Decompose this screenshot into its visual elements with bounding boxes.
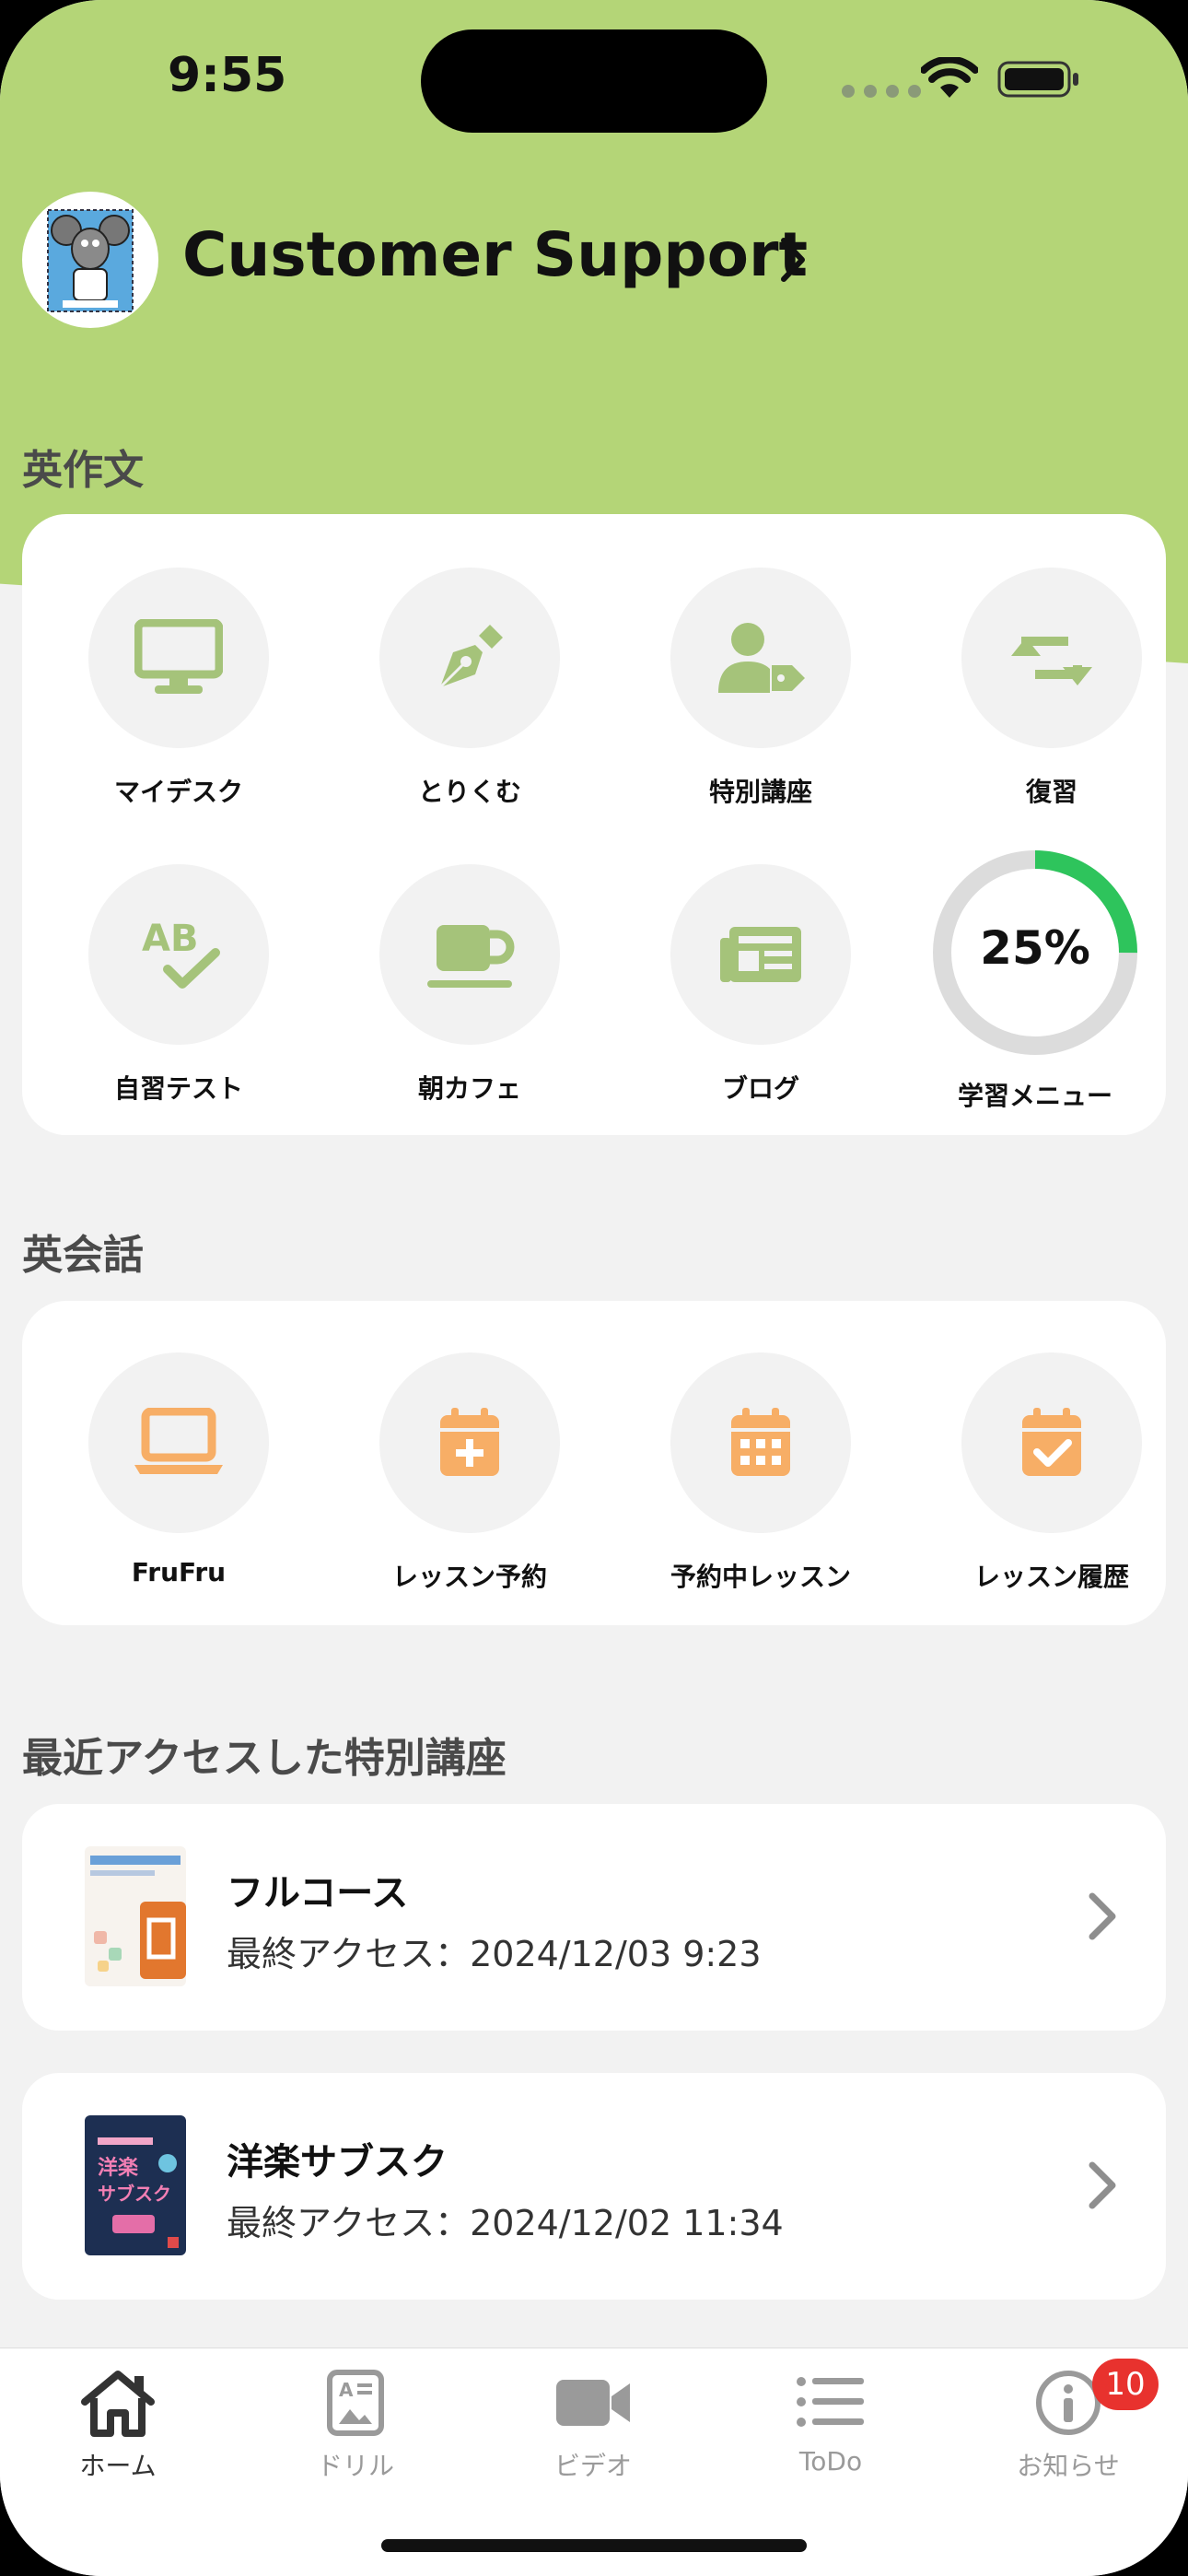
dynamic-island: [421, 29, 767, 133]
tab-drill[interactable]: A ドリル: [282, 2369, 429, 2483]
tile-torikumu[interactable]: とりくむ: [368, 568, 571, 809]
tile-label: 自習テスト: [113, 1073, 243, 1104]
tile-icon-circle: [379, 1352, 560, 1533]
tile-label: マイデスク: [113, 777, 243, 807]
svg-text:洋楽: 洋楽: [98, 2156, 139, 2180]
tile-special-course[interactable]: 特別講座: [659, 568, 862, 809]
tab-label: お知らせ: [1017, 2451, 1120, 2481]
tile-mydesk[interactable]: マイデスク: [77, 568, 280, 809]
course-title: 洋楽サブスク: [227, 2141, 448, 2184]
tab-label: ホーム: [79, 2451, 157, 2481]
section-title-recent: 最近アクセスした特別講座: [22, 1735, 507, 1782]
tile-frufru[interactable]: FruFru: [77, 1352, 280, 1587]
chevron-right-icon: [1089, 2161, 1116, 2209]
page-title[interactable]: Customer Support: [182, 219, 808, 290]
course-thumbnail: 洋楽 サブスク: [85, 2115, 186, 2255]
tile-icon-circle: [88, 1352, 269, 1533]
tile-icon-circle: [670, 568, 851, 748]
list-item[interactable]: 洋楽 サブスク 洋楽サブスク 最終アクセス：2024/12/02 11:34: [22, 2073, 1166, 2300]
tile-lesson-reservation[interactable]: レッスン予約: [368, 1352, 571, 1594]
tile-label: 特別講座: [708, 777, 812, 807]
svg-text:サブスク: サブスク: [98, 2183, 171, 2205]
tile-self-test[interactable]: AB 自習テスト: [77, 864, 280, 1106]
writing-menu-card: マイデスク とりくむ 特別講座 復習 AB 自習テスト 朝カフェ ブログ 25%…: [22, 514, 1166, 1135]
course-last-access: 最終アクセス：2024/12/03 9:23: [227, 1934, 762, 1974]
progress-percent: 25%: [980, 921, 1090, 975]
home-indicator: [381, 2539, 807, 2552]
spell-check-icon: AB: [142, 918, 220, 989]
tile-icon-circle: [670, 1352, 851, 1533]
list-item[interactable]: フルコース 最終アクセス：2024/12/03 9:23: [22, 1804, 1166, 2031]
tile-label: 予約中レッスン: [670, 1562, 851, 1592]
status-time: 9:55: [168, 48, 287, 103]
tile-icon-circle: [88, 568, 269, 748]
svg-text:AB: AB: [142, 918, 198, 960]
tab-label: ドリル: [316, 2451, 394, 2481]
course-last-access: 最終アクセス：2024/12/02 11:34: [227, 2203, 784, 2243]
course-cover-image: 洋楽 サブスク: [85, 2115, 186, 2255]
tile-label: 復習: [1025, 777, 1077, 807]
tile-lesson-history[interactable]: レッスン履歴: [950, 1352, 1153, 1594]
tile-label: ブログ: [721, 1073, 799, 1104]
laptop-icon: [134, 1408, 223, 1474]
tile-icon-circle: [670, 864, 851, 1045]
calendar-check-icon: [1022, 1408, 1081, 1476]
newspaper-icon: [720, 927, 801, 982]
pen-nib-icon: [438, 625, 503, 689]
tile-label: とりくむ: [417, 777, 521, 807]
course-title: フルコース: [227, 1872, 409, 1914]
repeat-icon: [1011, 637, 1092, 685]
app-screen: 9:55 Customer Support 英作文 マイデスク とりくむ 特別講…: [0, 0, 1188, 2576]
coffee-cup-icon: [427, 925, 515, 988]
tile-reserved-lessons[interactable]: 予約中レッスン: [659, 1352, 862, 1594]
section-title-writing: 英作文: [22, 447, 144, 494]
notification-badge: 10: [1092, 2359, 1159, 2410]
course-cover-image: [85, 1846, 186, 1986]
battery-icon: [997, 61, 1078, 98]
tab-home[interactable]: ホーム: [44, 2369, 192, 2483]
tile-icon-circle: [961, 568, 1142, 748]
tile-label: 学習メニュー: [957, 1081, 1112, 1111]
tile-label: FruFru: [131, 1557, 227, 1587]
calendar-plus-icon: [440, 1408, 499, 1476]
tab-video[interactable]: ビデオ: [519, 2369, 667, 2483]
chevron-right-icon: [1089, 1892, 1116, 1940]
tile-label: レッスン予約: [391, 1562, 547, 1592]
tile-icon-circle: AB: [88, 864, 269, 1045]
tile-morning-cafe[interactable]: 朝カフェ: [368, 864, 571, 1106]
conversation-menu-card: FruFru レッスン予約 予約中レッスン レッスン履歴: [22, 1301, 1166, 1625]
tile-review[interactable]: 復習: [950, 568, 1153, 809]
tab-label: ToDo: [798, 2446, 863, 2476]
drill-icon: A: [327, 2370, 384, 2436]
list-icon: [797, 2377, 864, 2427]
svg-text:A: A: [339, 2379, 354, 2401]
section-title-conversation: 英会話: [22, 1232, 144, 1279]
signal-icon: [842, 85, 921, 98]
course-thumbnail: [85, 1846, 186, 1986]
calendar-grid-icon: [731, 1408, 790, 1476]
user-tag-icon: [718, 623, 805, 693]
tab-todo[interactable]: ToDo: [757, 2369, 904, 2476]
mouse-mascot-icon: [47, 209, 134, 312]
tile-study-menu[interactable]: 25% 学習メニュー: [925, 842, 1146, 1113]
tile-label: レッスン履歴: [973, 1562, 1129, 1592]
tile-label: 朝カフェ: [417, 1073, 521, 1104]
monitor-icon: [134, 619, 223, 694]
tab-label: ビデオ: [553, 2451, 632, 2481]
tile-icon-circle: [379, 864, 560, 1045]
video-icon: [556, 2380, 630, 2426]
tile-icon-circle: [961, 1352, 1142, 1533]
tile-icon-circle: [379, 568, 560, 748]
avatar[interactable]: [22, 192, 158, 328]
tile-blog[interactable]: ブログ: [659, 864, 862, 1106]
chevron-right-icon[interactable]: [779, 236, 807, 284]
home-icon: [81, 2371, 155, 2437]
wifi-icon: [921, 57, 978, 98]
